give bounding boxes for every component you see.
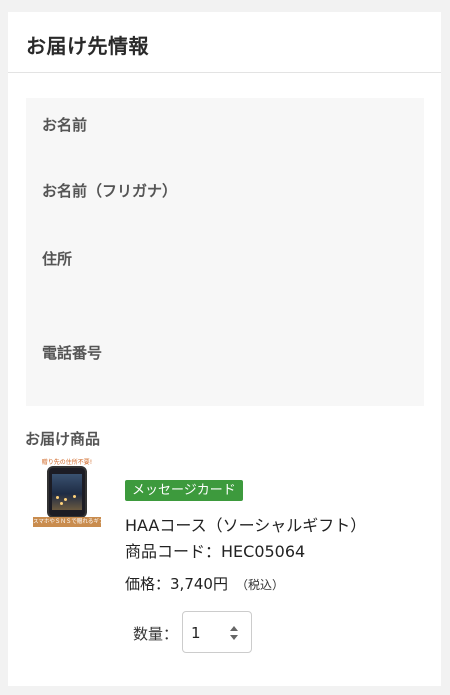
section-title: お届け先情報 — [26, 34, 149, 58]
thumbnail-banner: スマホやＳＮＳで贈れるギフト — [33, 517, 101, 527]
thumbnail-caption: 贈り先の住所不要! — [41, 459, 93, 466]
address-label: 住所 — [42, 250, 73, 268]
recipient-info-box: お名前 お名前（フリガナ） 住所 電話番号 — [26, 98, 424, 406]
price-label: 価格： — [125, 575, 171, 593]
quantity-select[interactable]: 1 — [182, 611, 252, 653]
message-card-badge: メッセージカード — [125, 480, 243, 501]
light-dot — [64, 498, 67, 501]
light-dot — [56, 496, 59, 499]
quantity-label: 数量： — [133, 625, 179, 643]
product-item: 贈り先の住所不要! スマホやＳＮＳで贈れるギフト メッセージカード HAAコース… — [28, 457, 428, 657]
quantity-value: 1 — [191, 624, 201, 642]
light-dot — [60, 502, 63, 505]
price-value: 3,740円 — [170, 575, 228, 593]
product-name: HAAコース（ソーシャルギフト） — [125, 516, 367, 535]
name-kana-label: お名前（フリガナ） — [42, 182, 178, 200]
tax-note: （税込） — [235, 578, 284, 592]
delivery-card: お届け先情報 お名前 お名前（フリガナ） 住所 電話番号 お届け商品 贈り先の住… — [8, 12, 441, 686]
section-header: お届け先情報 — [8, 12, 441, 73]
updown-icon — [230, 626, 238, 640]
product-code: 商品コード：HEC05064 — [125, 542, 306, 561]
items-title: お届け商品 — [25, 430, 101, 448]
phone-screen — [52, 474, 82, 510]
name-label: お名前 — [42, 116, 88, 134]
product-price: 価格：3,740円 （税込） — [125, 573, 284, 594]
phone-label: 電話番号 — [42, 344, 103, 362]
light-dot — [73, 495, 76, 498]
product-thumbnail: 贈り先の住所不要! スマホやＳＮＳで贈れるギフト — [33, 457, 101, 527]
phone-image — [47, 466, 87, 518]
